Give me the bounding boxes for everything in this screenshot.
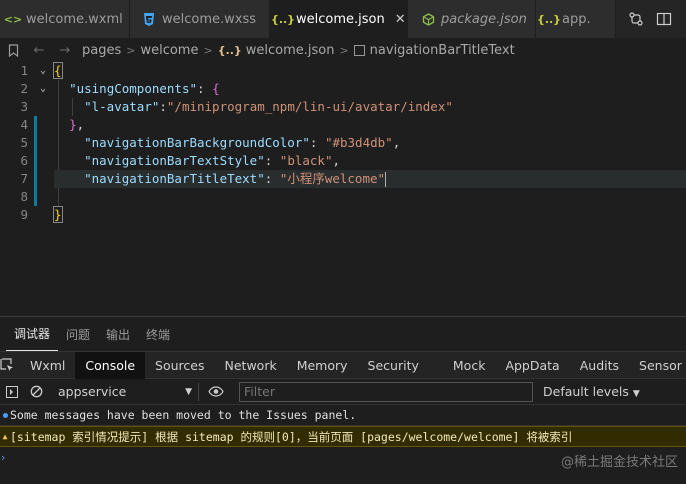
eye-icon[interactable]	[199, 379, 233, 405]
editor-actions	[620, 0, 686, 38]
tab-sources[interactable]: Sources	[145, 352, 214, 379]
tab-label: welcome.wxml	[26, 11, 123, 27]
context-selector[interactable]: appservice ▼	[52, 384, 198, 399]
line-number: 3	[20, 99, 28, 114]
message-text: Some messages have been moved to the Iss…	[10, 408, 357, 422]
package-icon	[422, 12, 435, 26]
warning-icon: ▲	[2, 432, 8, 441]
property-icon	[353, 44, 365, 56]
tab-console[interactable]: Console	[75, 351, 146, 379]
line-number: 9	[20, 207, 28, 222]
filter-input[interactable]	[239, 381, 533, 402]
tab-mock[interactable]: Mock	[443, 352, 496, 379]
context-selector-value: appservice	[58, 384, 127, 399]
forward-arrow-icon[interactable]: →	[52, 43, 78, 58]
split-editor-icon[interactable]	[656, 11, 672, 27]
modified-lines-indicator	[34, 116, 37, 206]
line-number: 5	[20, 135, 28, 150]
tab-label: package.json	[441, 11, 527, 27]
tab-label: app.	[562, 11, 591, 27]
tab-appdata[interactable]: AppData	[495, 352, 569, 379]
tab-audits[interactable]: Audits	[570, 352, 629, 379]
code-content: { "usingComponents": { "l-avatar":"/mini…	[53, 62, 686, 224]
breadcrumb-item[interactable]: navigationBarTitleText	[370, 43, 515, 58]
line-gutter: 1 ⌄ 2 ⌄ 3 4 5 6 7 8 9	[0, 62, 48, 224]
json-icon: {..}	[217, 43, 242, 57]
tab-label: welcome.wxss	[162, 11, 257, 27]
line-number: 8	[20, 189, 28, 204]
line-number: 1 ⌄	[20, 62, 46, 80]
json-icon: {..}	[536, 12, 562, 26]
tab-output[interactable]: 输出	[98, 317, 138, 351]
panel-tabs: 调试器 问题 输出 终端	[0, 317, 686, 351]
line-number: 4	[20, 117, 28, 132]
code-line: "usingComponents": {	[69, 81, 220, 96]
console-message-info: Some messages have been moved to the Iss…	[0, 405, 686, 426]
clear-console-icon[interactable]	[24, 379, 48, 405]
info-icon	[0, 412, 10, 418]
close-icon[interactable]: ✕	[395, 12, 406, 27]
code-line: }	[53, 206, 63, 223]
back-arrow-icon[interactable]: ←	[26, 43, 52, 58]
tab-network[interactable]: Network	[215, 352, 287, 379]
dropdown-arrow-icon: ▼	[632, 389, 640, 399]
tab-debugger[interactable]: 调试器	[6, 317, 59, 351]
json-icon: {..}	[270, 12, 296, 26]
watermark: @稀土掘金技术社区	[560, 455, 678, 470]
log-levels-dropdown[interactable]: Default levels ▼	[543, 384, 640, 399]
text-cursor	[385, 172, 387, 187]
sidebar-toggle-icon[interactable]	[0, 379, 24, 405]
code-line: "navigationBarBackgroundColor": "#b3d4db…	[84, 135, 401, 150]
code-line: "l-avatar":"/miniprogram_npm/lin-ui/avat…	[84, 99, 453, 114]
tab-security[interactable]: Security	[358, 352, 429, 379]
chevron-down-icon[interactable]: ⌄	[40, 62, 46, 80]
breadcrumb-item[interactable]: pages	[82, 43, 121, 58]
editor-tab-bar: <> welcome.wxml welcome.wxss {..} welcom…	[0, 0, 686, 38]
devtools-tabs: Wxml Console Sources Network Memory Secu…	[0, 351, 686, 379]
code-line: {	[53, 62, 63, 79]
tab-problems[interactable]: 问题	[58, 317, 98, 351]
tab-sensor[interactable]: Sensor	[629, 352, 686, 379]
css-icon	[142, 12, 156, 26]
prompt-chevron-icon: ›	[1, 450, 6, 464]
chevron-down-icon[interactable]: ⌄	[40, 80, 46, 98]
chevron-right-icon: >	[339, 43, 349, 57]
breadcrumb-item[interactable]: welcome	[140, 43, 198, 58]
tab-wxml[interactable]: Wxml	[20, 352, 75, 379]
console-toolbar: appservice ▼ Default levels ▼	[0, 379, 686, 405]
wxml-icon: <>	[3, 12, 23, 26]
code-editor[interactable]: 1 ⌄ 2 ⌄ 3 4 5 6 7 8 9 { "usingComponents":…	[0, 62, 686, 312]
chevron-right-icon: >	[203, 43, 213, 57]
console-message-warning: ▲ [sitemap 索引情况提示] 根据 sitemap 的规则[0]，当前页…	[0, 426, 686, 447]
tab-package-json[interactable]: package.json	[408, 0, 536, 38]
line-number: 6	[20, 153, 28, 168]
tab-welcome-json[interactable]: {..} welcome.json ✕	[270, 0, 408, 38]
line-number: 7	[20, 171, 28, 186]
chevron-right-icon: >	[126, 43, 136, 57]
tab-app-json[interactable]: {..} app.	[536, 0, 616, 38]
tab-memory[interactable]: Memory	[287, 352, 358, 379]
tab-welcome-wxss[interactable]: welcome.wxss	[130, 0, 270, 38]
compare-changes-icon[interactable]	[628, 11, 644, 27]
bottom-panel: 调试器 问题 输出 终端 Wxml Console Sources Networ…	[0, 316, 686, 484]
tab-terminal[interactable]: 终端	[138, 317, 178, 351]
code-line: "navigationBarTextStyle": "black",	[84, 153, 341, 168]
breadcrumb: ← → pages > welcome > {..} welcome.json …	[0, 38, 686, 62]
dropdown-arrow-icon: ▼	[185, 386, 192, 397]
code-line-current: "navigationBarTitleText": "小程序welcome"	[54, 170, 686, 188]
bookmark-icon[interactable]	[0, 43, 26, 57]
tab-welcome-wxml[interactable]: <> welcome.wxml	[0, 0, 130, 38]
breadcrumb-item[interactable]: welcome.json	[246, 43, 335, 58]
message-text: [sitemap 索引情况提示] 根据 sitemap 的规则[0]，当前页面 …	[10, 429, 573, 444]
code-line: },	[69, 117, 85, 132]
inspect-element-icon[interactable]	[0, 352, 14, 379]
line-number: 2 ⌄	[20, 80, 46, 98]
tab-label: welcome.json	[296, 11, 385, 27]
